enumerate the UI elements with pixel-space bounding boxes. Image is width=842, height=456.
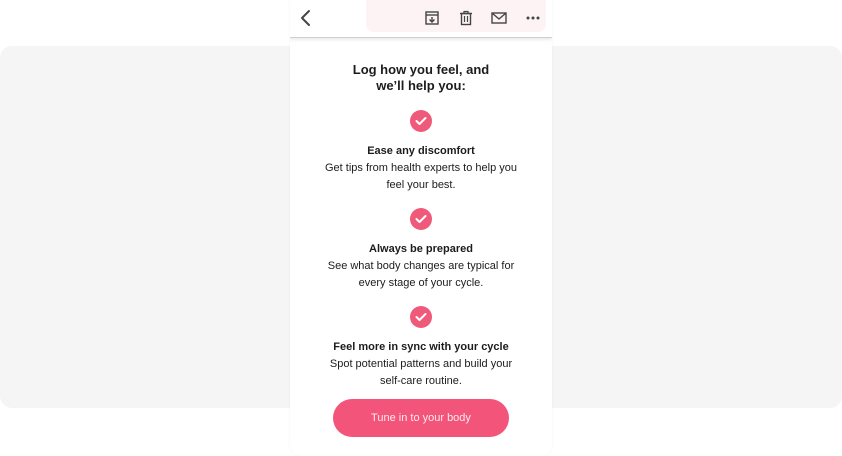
more-icon[interactable] xyxy=(523,8,543,28)
mail-icon[interactable] xyxy=(489,8,509,28)
toolbar xyxy=(290,0,552,38)
feature-description: Get tips from health experts to help you… xyxy=(325,162,517,191)
back-arrow-icon[interactable] xyxy=(296,8,316,28)
checkmark-icon xyxy=(410,208,432,230)
feature-description: Spot potential patterns and build your s… xyxy=(329,358,513,387)
feature-title: Ease any discomfort xyxy=(367,145,475,157)
checkmark-icon xyxy=(410,306,432,328)
feature-block: Feel more in sync with your cycle Spot p… xyxy=(290,306,552,390)
feature-block: Always be prepared See what body changes… xyxy=(290,208,552,292)
feature-title: Always be prepared xyxy=(369,243,473,255)
email-headline: Log how you feel, and we’ll help you: xyxy=(352,62,490,93)
tune-in-button[interactable]: Tune in to your body xyxy=(333,399,509,437)
feature-description: See what body changes are typical for ev… xyxy=(327,260,515,289)
archive-icon[interactable] xyxy=(422,8,442,28)
email-viewer: Log how you feel, and we’ll help you: Ea… xyxy=(290,0,552,456)
email-body: Log how you feel, and we’ll help you: Ea… xyxy=(290,38,552,390)
feature-block: Ease any discomfort Get tips from health… xyxy=(290,110,552,194)
checkmark-icon xyxy=(410,110,432,132)
trash-icon[interactable] xyxy=(456,8,476,28)
feature-title: Feel more in sync with your cycle xyxy=(333,341,509,353)
